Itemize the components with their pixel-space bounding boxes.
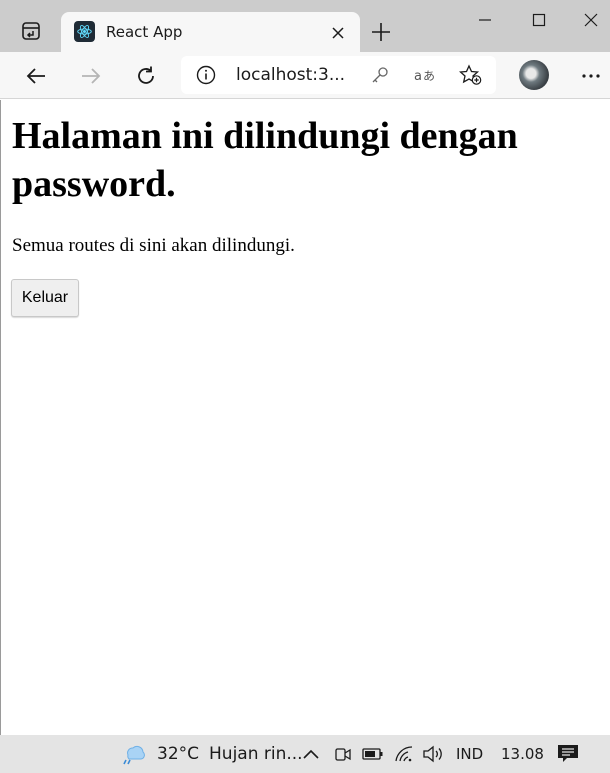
svg-text:あ: あ	[423, 69, 435, 83]
refresh-button[interactable]	[128, 58, 164, 94]
battery-button[interactable]	[362, 735, 384, 773]
weather-condition: Hujan rin...	[209, 744, 303, 764]
tab-close-button[interactable]	[327, 22, 349, 44]
browser-tab[interactable]: React App	[61, 12, 360, 52]
weather-rain-icon	[123, 745, 145, 765]
close-icon	[584, 13, 598, 27]
minimize-icon	[479, 19, 491, 21]
camera-icon	[335, 748, 351, 761]
react-logo-icon	[74, 21, 95, 42]
volume-button[interactable]	[422, 735, 444, 773]
tab-title: React App	[106, 23, 183, 41]
logout-button[interactable]: Keluar	[11, 279, 79, 317]
page-title: Halaman ini dilindungi dengan password.	[12, 115, 518, 205]
meet-now-button[interactable]	[334, 735, 352, 773]
taskbar: 32°C Hujan rin... IND 13.08	[0, 735, 610, 773]
battery-icon	[362, 748, 383, 760]
page-content: Halaman ini dilindungi dengan password. …	[0, 100, 610, 735]
tab-actions-button[interactable]	[10, 13, 52, 49]
maximize-icon	[532, 13, 546, 27]
notifications-button[interactable]	[557, 735, 579, 773]
tab-actions-icon	[22, 22, 40, 40]
show-hidden-icons-button[interactable]	[302, 735, 320, 773]
info-icon[interactable]	[196, 65, 216, 85]
address-url[interactable]: localhost:3...	[236, 65, 345, 85]
close-icon	[332, 27, 344, 39]
forward-button[interactable]	[73, 58, 109, 94]
wifi-icon	[395, 746, 413, 762]
more-options-button[interactable]	[573, 58, 609, 94]
more-icon	[582, 74, 600, 78]
browser-toolbar: localhost:3... a あ	[0, 52, 610, 99]
title-bar: React App	[0, 0, 610, 52]
back-button[interactable]	[18, 58, 54, 94]
new-tab-button[interactable]	[366, 18, 396, 46]
weather-temperature: 32°C	[157, 744, 200, 764]
profile-avatar[interactable]	[519, 60, 549, 90]
notification-icon	[558, 745, 578, 762]
address-bar[interactable]: localhost:3... a あ	[181, 56, 496, 94]
chevron-up-icon	[303, 749, 319, 759]
weather-widget[interactable]: 32°C Hujan rin...	[120, 735, 303, 773]
minimize-button[interactable]	[460, 0, 510, 40]
window-close-button[interactable]	[572, 0, 610, 40]
arrow-left-icon	[26, 68, 45, 84]
arrow-right-icon	[82, 68, 101, 84]
maximize-button[interactable]	[514, 0, 564, 40]
refresh-icon	[138, 66, 154, 84]
add-favorite-icon[interactable]	[459, 64, 483, 86]
language-indicator[interactable]: IND	[456, 735, 483, 773]
plus-icon	[372, 23, 390, 41]
page-description: Semua routes di sini akan dilindungi.	[12, 235, 295, 256]
wifi-button[interactable]	[394, 735, 414, 773]
clock[interactable]: 13.08	[501, 735, 544, 773]
translate-icon[interactable]: a あ	[413, 64, 437, 86]
key-icon[interactable]	[368, 64, 392, 86]
svg-text:a: a	[414, 69, 422, 84]
volume-icon	[423, 745, 442, 763]
